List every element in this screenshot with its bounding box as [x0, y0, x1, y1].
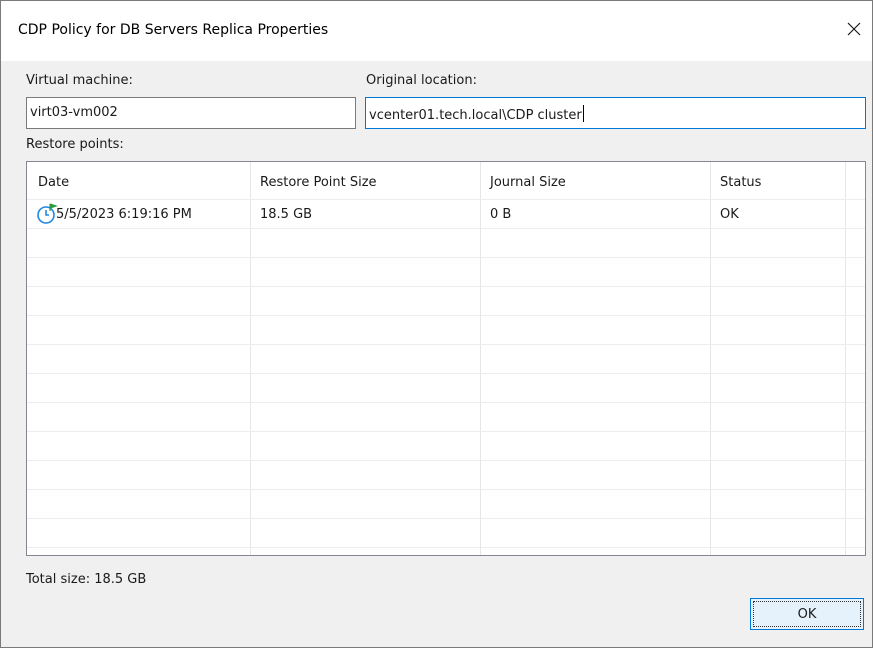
title-bar: CDP Policy for DB Servers Replica Proper… [1, 1, 872, 61]
column-divider [710, 162, 711, 555]
column-header-status[interactable]: Status [720, 175, 761, 190]
row-divider [27, 402, 865, 403]
total-size-label: Total size: 18.5 GB [26, 572, 147, 587]
close-icon [847, 22, 861, 36]
row-journal-size: 0 B [490, 207, 512, 222]
row-restore-point-size: 18.5 GB [260, 207, 313, 222]
row-divider [27, 228, 865, 229]
column-divider [250, 162, 251, 555]
restore-points-label: Restore points: [26, 137, 124, 152]
virtual-machine-label: Virtual machine: [26, 73, 133, 88]
dialog-title: CDP Policy for DB Servers Replica Proper… [18, 22, 329, 38]
row-divider [27, 199, 865, 200]
row-divider [27, 286, 865, 287]
row-divider [27, 489, 865, 490]
row-divider [27, 518, 865, 519]
column-header-restore-point-size[interactable]: Restore Point Size [260, 175, 377, 190]
column-header-date[interactable]: Date [38, 175, 69, 190]
row-divider [27, 373, 865, 374]
row-date[interactable]: 5/5/2023 6:19:16 PM [56, 207, 192, 222]
original-location-field[interactable]: vcenter01.tech.local\CDP cluster [365, 97, 866, 129]
row-divider [27, 315, 865, 316]
row-divider [27, 547, 865, 548]
column-header-journal-size[interactable]: Journal Size [490, 175, 566, 190]
row-divider [27, 431, 865, 432]
restore-points-list[interactable]: Date Restore Point Size Journal Size Sta… [26, 161, 866, 556]
original-location-value: vcenter01.tech.local\CDP cluster [369, 108, 582, 123]
properties-dialog: CDP Policy for DB Servers Replica Proper… [0, 0, 873, 648]
row-status: OK [720, 207, 739, 222]
column-divider [845, 162, 846, 555]
virtual-machine-field[interactable]: virt03-vm002 [26, 97, 356, 129]
row-divider [27, 460, 865, 461]
row-divider [27, 257, 865, 258]
close-button[interactable] [836, 9, 872, 49]
ok-button[interactable]: OK [750, 598, 864, 630]
row-divider [27, 344, 865, 345]
column-divider [480, 162, 481, 555]
text-caret [582, 105, 584, 122]
restore-point-clock-icon [37, 203, 58, 224]
original-location-label: Original location: [366, 73, 477, 88]
